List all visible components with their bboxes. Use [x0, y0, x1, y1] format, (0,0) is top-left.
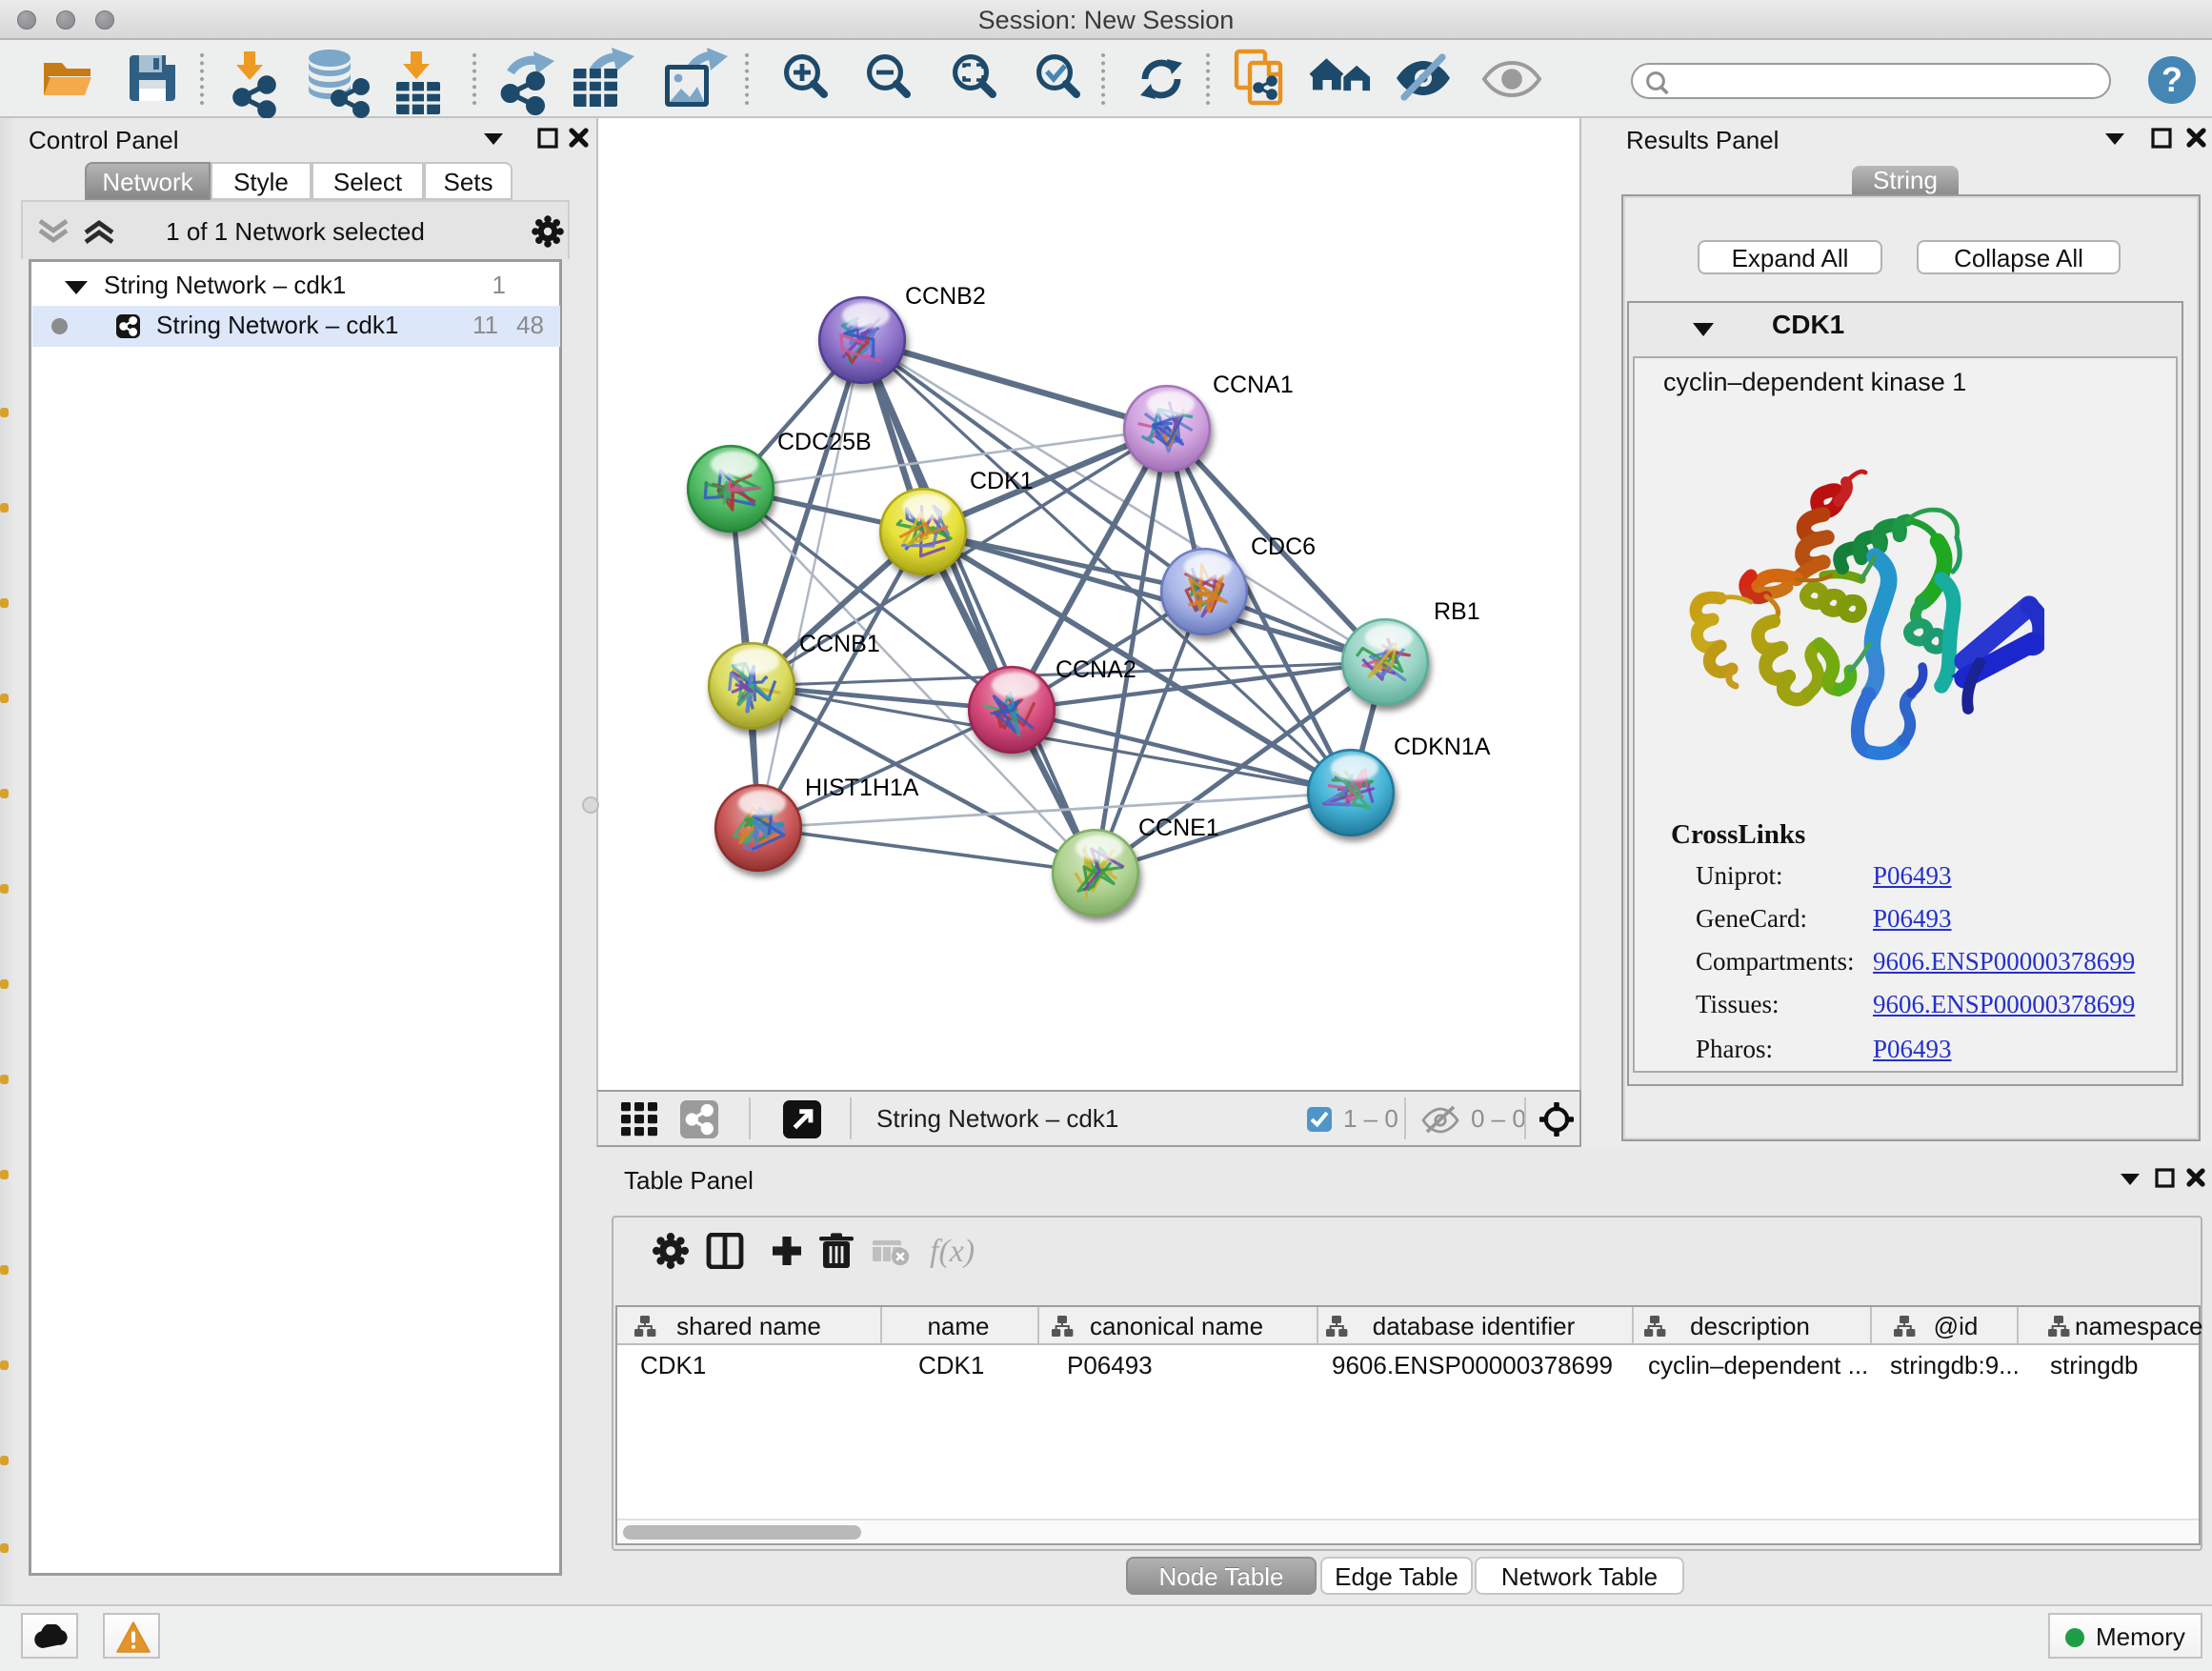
svg-text:CCNA1: CCNA1 [1213, 372, 1294, 398]
svg-text:CCNB2: CCNB2 [905, 283, 986, 310]
svg-text:CDC25B: CDC25B [777, 429, 872, 455]
svg-text:CDC6: CDC6 [1251, 534, 1316, 560]
svg-text:CCNA2: CCNA2 [1056, 656, 1136, 683]
svg-text:CCNE1: CCNE1 [1138, 815, 1219, 841]
svg-text:f(x): f(x) [930, 1234, 975, 1269]
svg-text:?: ? [2162, 60, 2182, 99]
svg-text:CCNB1: CCNB1 [799, 631, 880, 657]
svg-text:RB1: RB1 [1434, 598, 1480, 625]
svg-text:HIST1H1A: HIST1H1A [805, 775, 919, 801]
svg-text:CDK1: CDK1 [970, 468, 1034, 494]
svg-text:CDKN1A: CDKN1A [1394, 734, 1491, 760]
